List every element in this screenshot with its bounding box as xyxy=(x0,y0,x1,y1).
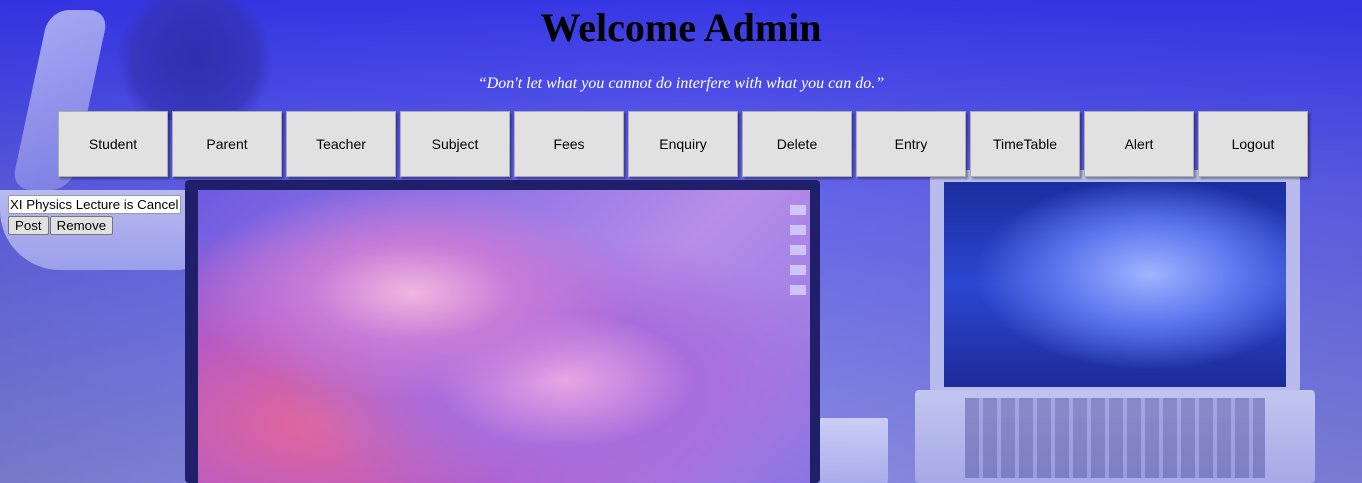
post-button[interactable]: Post xyxy=(8,216,49,235)
nav-button-alert[interactable]: Alert xyxy=(1084,111,1194,177)
page-title: Welcome Admin xyxy=(540,5,822,50)
nav-button-entry[interactable]: Entry xyxy=(856,111,966,177)
nav-button-enquiry[interactable]: Enquiry xyxy=(628,111,738,177)
nav-button-subject[interactable]: Subject xyxy=(400,111,510,177)
nav-button-teacher[interactable]: Teacher xyxy=(286,111,396,177)
main-nav: Student Parent Teacher Subject Fees Enqu… xyxy=(58,111,1308,177)
nav-button-parent[interactable]: Parent xyxy=(172,111,282,177)
admin-dashboard: Welcome Admin “Don't let what you cannot… xyxy=(0,0,1362,483)
alert-message-input[interactable] xyxy=(8,195,181,214)
alert-actions: Post Remove xyxy=(8,216,181,235)
nav-button-delete[interactable]: Delete xyxy=(742,111,852,177)
nav-button-student[interactable]: Student xyxy=(58,111,168,177)
motivational-quote: “Don't let what you cannot do interfere … xyxy=(477,75,885,92)
nav-button-logout[interactable]: Logout xyxy=(1198,111,1308,177)
alert-form: Post Remove xyxy=(8,195,181,235)
remove-button[interactable]: Remove xyxy=(49,216,114,235)
nav-button-timetable[interactable]: TimeTable xyxy=(970,111,1080,177)
nav-button-fees[interactable]: Fees xyxy=(514,111,624,177)
